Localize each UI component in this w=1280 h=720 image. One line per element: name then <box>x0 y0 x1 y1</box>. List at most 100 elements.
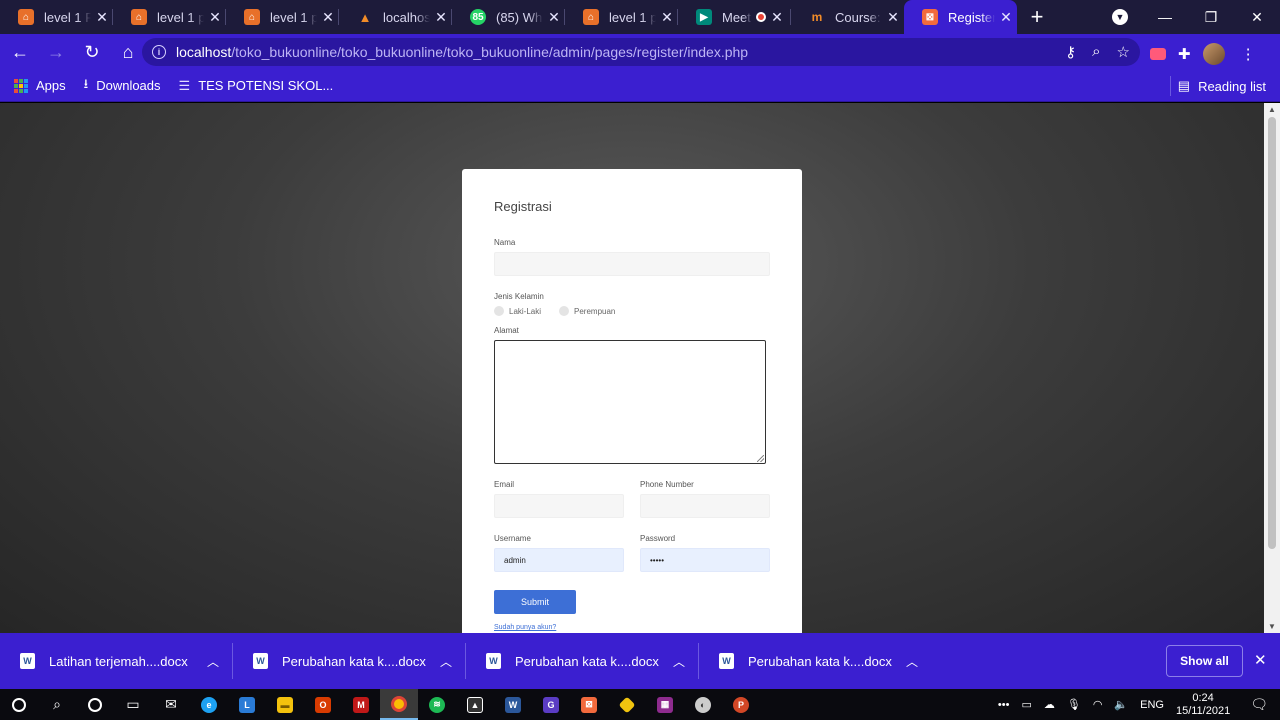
download-item[interactable]: W Latihan terjemah....docx ︿ <box>0 633 233 689</box>
close-icon[interactable]: ✕ <box>656 9 678 26</box>
download-item[interactable]: W Perubahan kata k....docx ︿ <box>699 633 932 689</box>
office-icon[interactable]: O <box>304 689 342 720</box>
language-indicator[interactable]: ENG <box>1140 699 1164 711</box>
tab-course[interactable]: m Course: J ✕ <box>791 0 904 34</box>
chevron-up-icon[interactable]: ︿ <box>426 653 466 670</box>
system-tray: ••• ▭ ☁ 🎙 ◠ 🔈 ENG 0:24 15/11/2021 🗨 <box>998 689 1280 720</box>
zoom-icon[interactable]: ⌕ <box>1092 43 1100 61</box>
puzzle-icon[interactable]: ✚ <box>1178 45 1191 63</box>
overflow-icon[interactable]: ••• <box>998 699 1010 711</box>
clock[interactable]: 0:24 15/11/2021 <box>1176 692 1230 718</box>
notifications-icon[interactable]: 🗨 <box>1250 696 1268 713</box>
powerpoint-icon[interactable]: P <box>722 689 760 720</box>
close-icon[interactable]: ✕ <box>204 9 226 26</box>
tab-meet[interactable]: ▶ Meet ✕ <box>678 0 791 34</box>
download-item[interactable]: W Perubahan kata k....docx ︿ <box>466 633 699 689</box>
onedrive-icon[interactable]: ☁ <box>1044 698 1055 711</box>
word-icon[interactable]: W <box>494 689 532 720</box>
start-icon[interactable] <box>0 689 38 720</box>
radio-laki-laki[interactable]: Laki-Laki <box>494 306 541 316</box>
gitkraken-icon[interactable]: G <box>532 689 570 720</box>
alamat-textarea[interactable] <box>494 340 766 464</box>
back-icon[interactable]: ← <box>4 36 36 68</box>
tab-localhost[interactable]: ▲ localhost ✕ <box>339 0 452 34</box>
git-icon[interactable] <box>608 689 646 720</box>
mail-icon[interactable]: ✉ <box>152 689 190 720</box>
close-window-icon[interactable]: ✕ <box>1234 9 1280 26</box>
bookmark-apps[interactable]: Apps <box>14 78 66 93</box>
bookmark-downloads[interactable]: ⭳ Downloads <box>84 75 161 97</box>
paint-icon[interactable]: ◐ <box>684 689 722 720</box>
chevron-up-icon[interactable]: ︿ <box>659 653 699 670</box>
xampp-favicon-icon: ⌂ <box>583 9 599 25</box>
username-label: Username <box>494 534 531 543</box>
reload-icon[interactable]: ↻ <box>76 36 108 68</box>
mcafee-icon[interactable]: M <box>342 689 380 720</box>
nama-input[interactable] <box>494 252 770 276</box>
tab-register[interactable]: ⊠ Register ✕ <box>904 0 1017 34</box>
reading-list-button[interactable]: ▤ Reading list <box>1178 70 1266 102</box>
photos-icon[interactable]: ▲ <box>456 689 494 720</box>
address-bar[interactable]: i localhost/toko_bukuonline/toko_bukuonl… <box>142 38 1140 66</box>
linkedin-learning-icon[interactable]: L <box>228 689 266 720</box>
minimize-icon[interactable]: — <box>1142 9 1188 25</box>
spotify-icon[interactable]: ≋ <box>418 689 456 720</box>
close-icon[interactable]: ✕ <box>882 9 904 26</box>
page-scrollbar[interactable]: ▲ ▼ <box>1264 103 1280 633</box>
menu-kebab-icon[interactable]: ⋮ <box>1241 45 1256 63</box>
scroll-down-icon[interactable]: ▼ <box>1268 622 1276 631</box>
chrome-icon[interactable] <box>380 689 418 720</box>
tab-whatsapp[interactable]: 85 (85) Wha ✕ <box>452 0 565 34</box>
bookmark-tes-potensi[interactable]: ☰ TES POTENSI SKOL... <box>179 78 334 94</box>
close-icon[interactable]: ✕ <box>1254 651 1267 669</box>
site-info-icon[interactable]: i <box>152 45 166 59</box>
new-tab-button[interactable]: + <box>1017 4 1057 30</box>
task-view-icon[interactable]: ▭ <box>114 689 152 720</box>
volume-icon[interactable]: 🔈 <box>1114 698 1128 711</box>
close-icon[interactable]: ✕ <box>317 9 339 26</box>
tab-level-1-ri[interactable]: ⌂ level 1 RI ✕ <box>0 0 113 34</box>
resize-handle-icon[interactable] <box>757 455 764 462</box>
close-icon[interactable]: ✕ <box>543 9 565 26</box>
microphone-icon[interactable]: 🎙 <box>1067 698 1081 711</box>
search-icon[interactable]: ⌕ <box>38 689 76 720</box>
radio-perempuan[interactable]: Perempuan <box>559 306 615 316</box>
tab-search-icon[interactable]: ▼ <box>1112 9 1128 25</box>
xampp-icon[interactable]: ⊠ <box>570 689 608 720</box>
screencast-extension-icon[interactable] <box>1150 48 1166 60</box>
chevron-up-icon[interactable]: ︿ <box>193 653 233 670</box>
close-icon[interactable]: ✕ <box>766 9 788 26</box>
bookmark-star-icon[interactable]: ☆ <box>1117 43 1130 61</box>
chevron-up-icon[interactable]: ︿ <box>892 653 932 670</box>
show-all-button[interactable]: Show all <box>1166 645 1243 677</box>
close-icon[interactable]: ✕ <box>91 9 113 26</box>
cortana-icon[interactable] <box>76 689 114 720</box>
restore-icon[interactable]: ❐ <box>1188 9 1234 26</box>
file-explorer-icon[interactable]: ▬ <box>266 689 304 720</box>
download-item[interactable]: W Perubahan kata k....docx ︿ <box>233 633 466 689</box>
close-icon[interactable]: ✕ <box>995 9 1017 26</box>
phone-field[interactable] <box>640 494 770 518</box>
tab-level-1-pr-3[interactable]: ⌂ level 1 pr ✕ <box>565 0 678 34</box>
key-icon[interactable]: ⚷ <box>1065 43 1076 61</box>
edge-icon[interactable]: e <box>190 689 228 720</box>
scroll-up-icon[interactable]: ▲ <box>1268 105 1276 114</box>
tab-level-1-pr[interactable]: ⌂ level 1 pr ✕ <box>113 0 226 34</box>
home-icon[interactable]: ⌂ <box>112 36 144 68</box>
battery-icon[interactable]: ▭ <box>1021 698 1031 711</box>
forward-icon[interactable]: → <box>40 36 72 68</box>
username-field[interactable]: admin <box>494 548 624 572</box>
scrollbar-thumb[interactable] <box>1268 117 1276 549</box>
wifi-icon[interactable]: ◠ <box>1093 698 1103 711</box>
download-filename: Perubahan kata k....docx <box>282 653 426 669</box>
tab-level-1-pr-2[interactable]: ⌂ level 1 pr ✕ <box>226 0 339 34</box>
password-field[interactable]: ••••• <box>640 548 770 572</box>
winrar-icon[interactable]: ▦ <box>646 689 684 720</box>
submit-button[interactable]: Submit <box>494 590 576 614</box>
word-doc-icon: W <box>20 653 35 669</box>
gender-label: Jenis Kelamin <box>494 292 544 301</box>
close-icon[interactable]: ✕ <box>430 9 452 26</box>
avatar[interactable] <box>1202 43 1225 65</box>
email-field[interactable] <box>494 494 624 518</box>
login-link[interactable]: Sudah punya akun? <box>494 624 770 631</box>
